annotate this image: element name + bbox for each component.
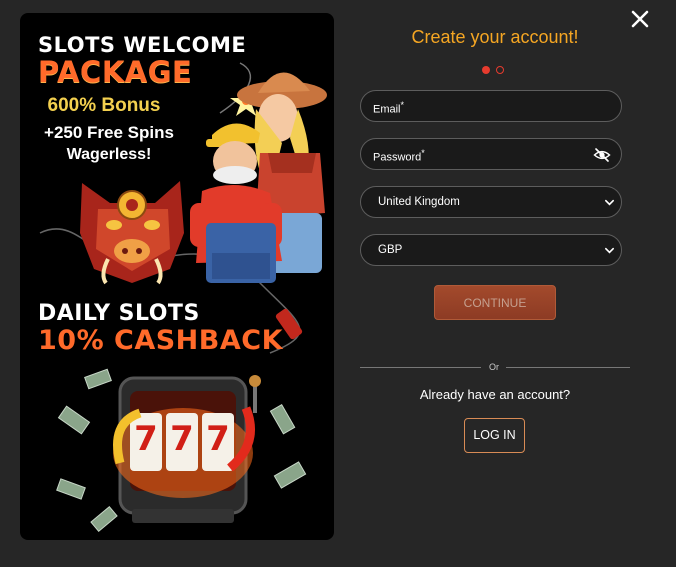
promo-banner: SLOTS WELCOME PACKAGE 600% Bonus +250 Fr… (20, 13, 334, 540)
continue-button[interactable]: CONTINUE (434, 285, 556, 320)
reel-symbol: 7 (206, 419, 230, 459)
reel-symbols: 7 7 7 (130, 419, 236, 469)
promo-wagerless: Wagerless! (66, 146, 152, 163)
or-separator: Or (489, 362, 499, 372)
promo-headline: SLOTS WELCOME (38, 33, 247, 57)
close-button[interactable] (629, 8, 651, 30)
eye-off-icon[interactable] (593, 146, 611, 164)
promo-bonus: 600% Bonus (47, 95, 161, 116)
step-dot-inactive (496, 66, 504, 74)
chevron-down-icon (605, 247, 614, 254)
password-input[interactable] (361, 139, 621, 169)
chevron-down-icon (605, 199, 614, 206)
login-button[interactable]: LOG IN (464, 418, 525, 453)
reel-symbol: 7 (170, 419, 194, 459)
password-field[interactable]: Password* (360, 138, 622, 170)
reel-symbol: 7 (134, 419, 158, 459)
signup-modal: SLOTS WELCOME PACKAGE 600% Bonus +250 Fr… (0, 0, 676, 567)
step-indicator (482, 66, 508, 76)
have-account-text: Already have an account? (419, 387, 571, 402)
divider-right (506, 367, 630, 368)
currency-select[interactable]: GBP (360, 234, 622, 266)
promo-free-spins: +250 Free Spins (44, 123, 174, 142)
email-field[interactable]: Email* (360, 90, 622, 122)
step-dot-active (482, 66, 490, 74)
promo-package: PACKAGE (38, 55, 193, 89)
promo-daily-slots: DAILY SLOTS (38, 301, 200, 326)
divider-left (360, 367, 481, 368)
promo-cashback: 10% CASHBACK (38, 325, 283, 356)
close-icon (631, 10, 649, 28)
currency-value: GBP (378, 244, 403, 256)
country-select[interactable]: United Kingdom (360, 186, 622, 218)
email-input[interactable] (361, 91, 621, 121)
form-title: Create your account! (411, 27, 579, 47)
country-value: United Kingdom (378, 196, 460, 208)
boar-emblem (80, 181, 184, 285)
